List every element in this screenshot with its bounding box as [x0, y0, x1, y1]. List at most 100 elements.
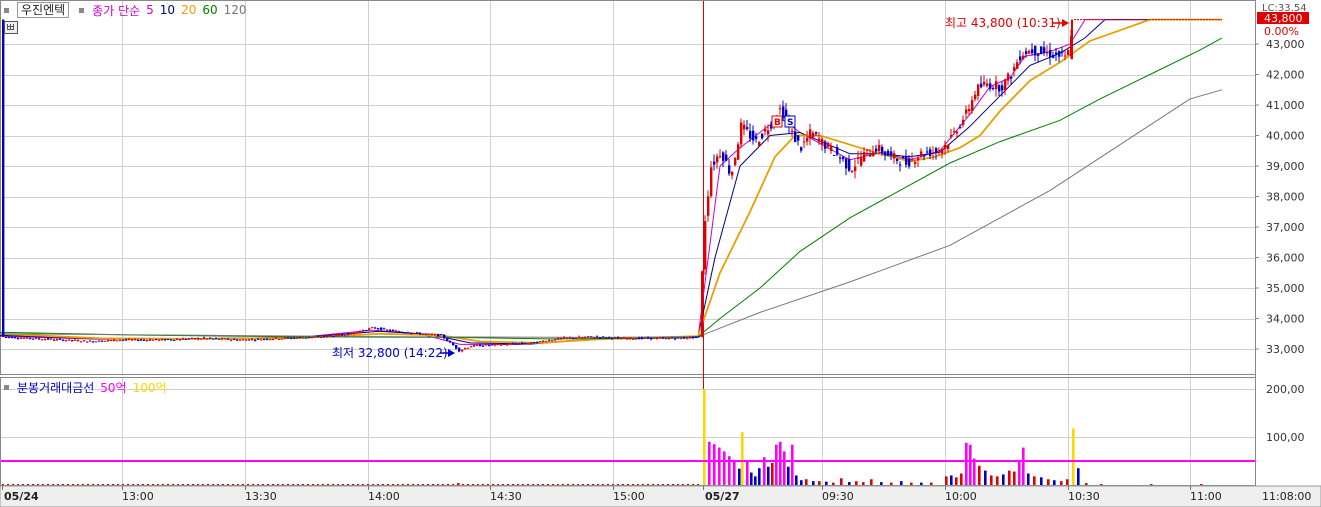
volume-line-50-label[interactable]: 50억: [100, 379, 126, 396]
grid-toggle-icon[interactable]: [4, 21, 18, 34]
candle-body: [149, 339, 152, 341]
candle-body: [86, 341, 89, 343]
candle-body: [1064, 55, 1067, 57]
volume-bar: [317, 484, 319, 485]
volume-bar: [262, 484, 264, 485]
stock-name[interactable]: 우진엔텍: [17, 2, 70, 18]
volume-bar: [632, 484, 634, 485]
candle-body: [593, 337, 596, 339]
volume-bar: [617, 484, 619, 485]
candle-body: [167, 338, 170, 340]
volume-bar: [832, 482, 835, 485]
volume-bar: [642, 484, 644, 485]
candle-body: [974, 94, 977, 100]
candle-body: [242, 339, 245, 341]
volume-bar: [1033, 476, 1036, 485]
volume-bar: [1053, 480, 1056, 485]
candle-body: [455, 345, 458, 349]
candle-body: [941, 148, 944, 154]
candle-body: [950, 134, 953, 138]
volume-bar: [718, 447, 721, 485]
candle-body: [437, 333, 440, 336]
price-legend: 우진엔텍 종가 단순 5 10 20 60 120: [0, 2, 247, 18]
volume-bar: [322, 484, 324, 485]
volume-bar: [527, 484, 529, 485]
candle-body: [965, 109, 968, 114]
candle-body: [152, 339, 155, 341]
volume-bar: [27, 484, 29, 485]
candle-body: [440, 334, 443, 336]
candle-body: [980, 83, 983, 88]
candle-body: [1037, 53, 1040, 56]
volume-bar: [182, 484, 184, 485]
candle-body: [584, 336, 587, 338]
candle-body: [800, 147, 803, 151]
candle-body: [638, 337, 641, 340]
volume-line-100-label[interactable]: 100억: [133, 379, 167, 396]
candle-body: [1058, 51, 1061, 57]
candle-body: [497, 343, 500, 345]
volume-bar: [502, 484, 504, 485]
candle-body: [350, 332, 353, 335]
candle-body: [473, 344, 476, 347]
volume-bar: [572, 484, 574, 485]
volume-bar: [996, 476, 999, 485]
time-tick-label: 05/24: [4, 490, 39, 503]
candle-body: [329, 335, 332, 337]
candle-body: [620, 338, 623, 340]
volume-bar: [537, 484, 539, 485]
candle-body: [1046, 52, 1049, 54]
candle-body: [911, 159, 914, 161]
volume-bar: [637, 484, 639, 485]
candle-body: [686, 338, 689, 340]
legend-square-icon: [79, 7, 85, 13]
candle-body: [467, 347, 470, 349]
volume-bar: [1150, 484, 1153, 486]
candle-body: [98, 340, 101, 342]
candle-body: [248, 339, 251, 341]
ma-120-label[interactable]: 120: [224, 3, 247, 17]
chart-canvas[interactable]: 33,000 34,000 35,000 36,000 37,000 38,000 39,0…: [0, 0, 1321, 507]
volume-tick-label: 100,00: [1266, 431, 1305, 444]
volume-bar: [247, 484, 249, 485]
volume-bar: [771, 462, 774, 485]
candle-body: [902, 156, 905, 159]
ma-60-label[interactable]: 60: [202, 3, 217, 17]
candle-body: [674, 338, 677, 340]
candle-body: [887, 150, 890, 156]
candle-body: [572, 337, 575, 339]
candle-body: [767, 130, 770, 135]
volume-bar: [960, 473, 963, 485]
candle-body: [668, 338, 671, 340]
volume-bar: [202, 484, 204, 485]
buy-marker-icon[interactable]: B: [771, 115, 783, 128]
ma-label[interactable]: 종가 단순: [92, 2, 140, 19]
candle-body: [371, 327, 374, 329]
ma-20-label[interactable]: 20: [181, 3, 196, 17]
candle-body: [236, 339, 239, 341]
volume-bar: [107, 484, 109, 485]
candle-body: [1016, 62, 1019, 69]
candle-body: [845, 158, 848, 169]
chart-window: 33,000 34,000 35,000 36,000 37,000 38,000 39,0…: [0, 0, 1321, 507]
candle-body: [470, 346, 473, 348]
volume-bar: [662, 484, 664, 485]
candle-body: [335, 334, 338, 337]
sell-marker-icon[interactable]: S: [784, 115, 796, 128]
volume-legend-title[interactable]: 분봉거래대금선: [17, 379, 94, 396]
candle-body: [47, 338, 50, 340]
volume-bar: [597, 484, 599, 485]
ma-5-label[interactable]: 5: [146, 3, 154, 17]
candle-body: [284, 337, 287, 339]
candle-body: [644, 337, 647, 339]
candle-body: [698, 336, 701, 338]
volume-bar: [687, 484, 689, 485]
candle-body: [947, 145, 950, 150]
candle-body: [134, 338, 137, 340]
candle-body: [464, 348, 467, 350]
candle-body: [161, 339, 164, 341]
candle-body: [848, 158, 851, 171]
candle-body: [110, 340, 113, 342]
ma-10-label[interactable]: 10: [160, 3, 175, 17]
candle-body: [635, 338, 638, 340]
